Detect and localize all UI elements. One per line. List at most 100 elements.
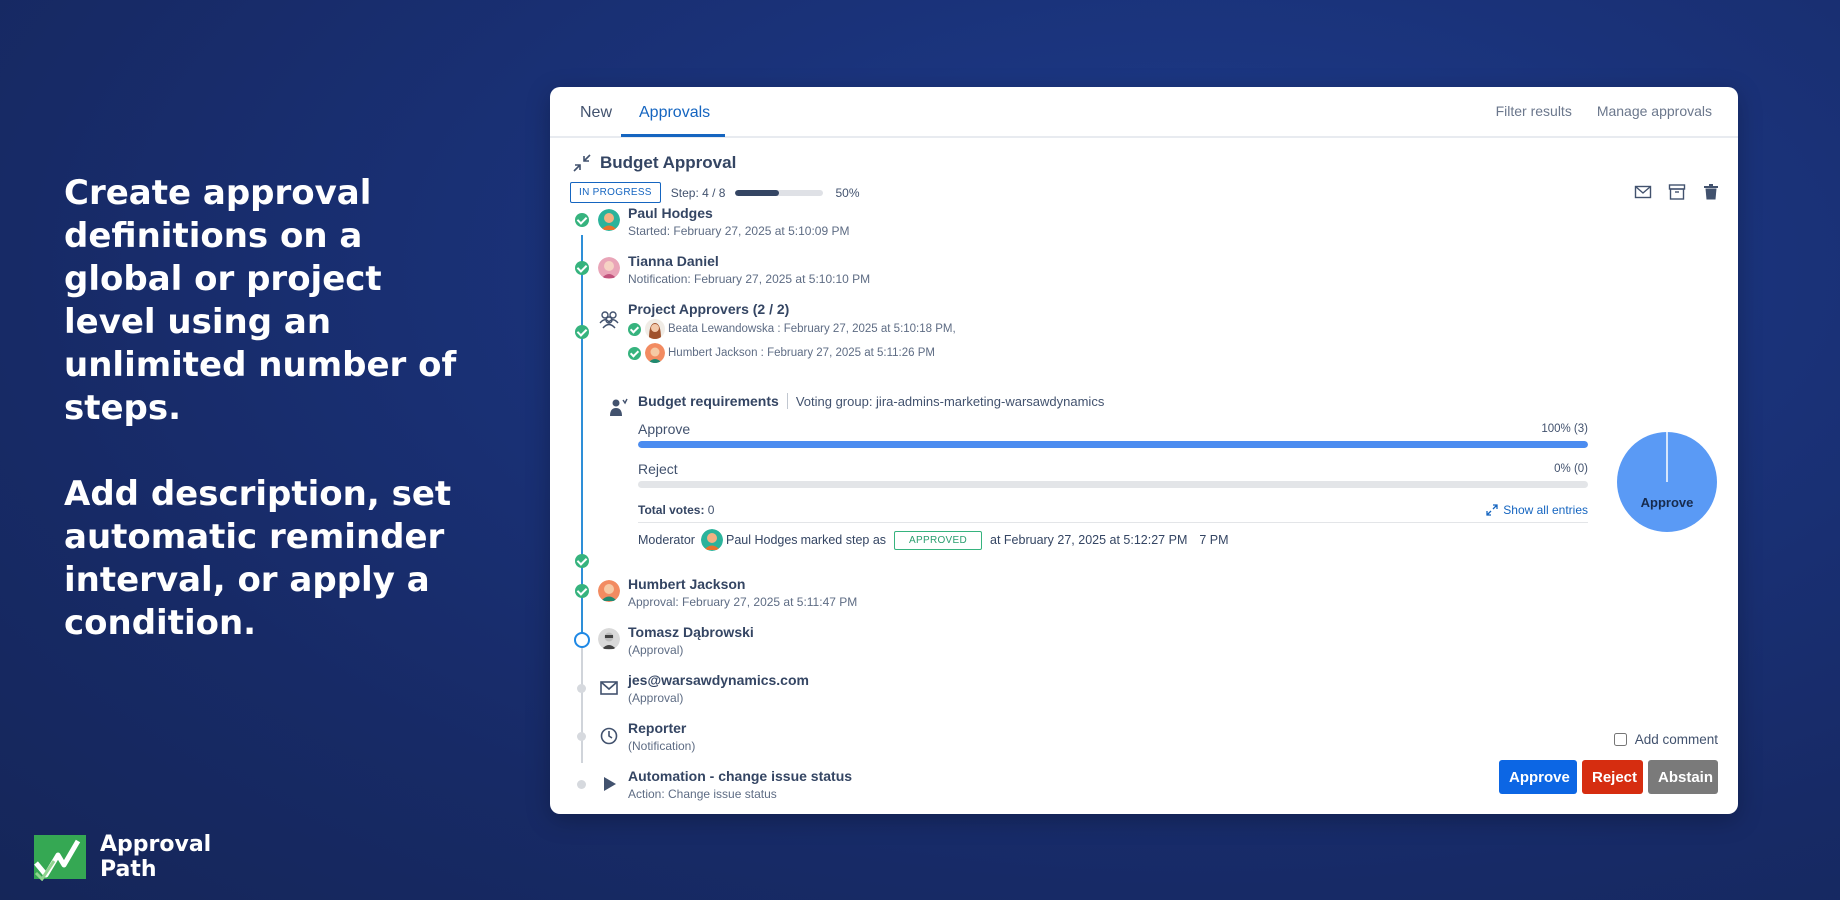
- brand-name: Approval Path: [100, 832, 212, 882]
- step-done-icon: [575, 261, 589, 275]
- vote-option-percent: 0% (0): [1554, 463, 1588, 475]
- marked-text: marked step as: [800, 533, 887, 547]
- avatar: [645, 319, 665, 339]
- voting-group: Voting group: jira-admins-marketing-wars…: [795, 393, 1105, 409]
- show-all-entries-link[interactable]: Show all entries: [1486, 503, 1588, 517]
- step-name: Tianna Daniel: [628, 253, 719, 269]
- step-done-icon: [575, 584, 589, 598]
- moderator-label: Moderator: [638, 533, 695, 547]
- member-entry: Humbert Jackson : February 27, 2025 at 5…: [668, 347, 935, 359]
- avatar: [598, 257, 620, 279]
- avatar: [700, 529, 723, 551]
- step-counter: Step: 4 / 8: [670, 185, 726, 200]
- play-icon: [604, 777, 616, 791]
- timeline-line-pending: [581, 639, 583, 763]
- reject-button[interactable]: Reject: [1582, 760, 1643, 794]
- avatar: [598, 580, 620, 602]
- avatar: [598, 628, 620, 650]
- marked-time-tail: 7 PM: [1199, 533, 1229, 547]
- progress-fill: [735, 189, 780, 196]
- step-name: Humbert Jackson: [628, 576, 746, 592]
- step-pending-icon: [577, 684, 586, 693]
- hero-paragraph-2: Add description, set automatic reminder …: [64, 474, 452, 643]
- voting-header: Budget requirements Voting group: jira-a…: [638, 393, 1588, 409]
- member-entry: Beata Lewandowska : February 27, 2025 at…: [668, 323, 956, 335]
- status-badge: IN PROGRESS: [570, 182, 661, 203]
- approval-title: Budget Approval: [600, 153, 737, 172]
- moderator-row: Moderator Paul Hodges marked step as APP…: [638, 529, 1588, 551]
- step-done-icon: [575, 325, 589, 339]
- hero-text: Create approval definitions on a global …: [64, 172, 464, 688]
- pie-label: Approve: [1641, 495, 1694, 510]
- voting-title: Budget requirements: [638, 393, 779, 409]
- step-subtitle: Action: Change issue status: [628, 787, 777, 801]
- add-comment-checkbox[interactable]: [1613, 733, 1627, 746]
- tab-approvals[interactable]: Approvals: [639, 104, 710, 122]
- step-pending-icon: [577, 780, 586, 789]
- vote-pie-chart: Approve: [1617, 432, 1717, 532]
- marked-time: at February 27, 2025 at 5:12:27 PM: [990, 533, 1188, 547]
- step-name: Project Approvers (2 / 2): [628, 301, 790, 317]
- group-member: Beata Lewandowska : February 27, 2025 at…: [628, 319, 956, 339]
- archive-icon[interactable]: [1668, 183, 1686, 201]
- step-name: Reporter: [628, 720, 687, 736]
- add-comment-row: Add comment: [1613, 732, 1718, 747]
- approval-header: Budget Approval: [572, 153, 736, 173]
- decision-buttons: Approve Reject Abstain: [1499, 760, 1718, 794]
- add-comment-label: Add comment: [1634, 732, 1718, 747]
- brand-logo: Approval Path: [32, 832, 211, 882]
- collapse-icon[interactable]: [572, 153, 592, 173]
- step-name: Paul Hodges: [628, 205, 713, 221]
- progress-percent: 50%: [835, 185, 860, 200]
- vote-option-percent: 100% (3): [1541, 423, 1588, 435]
- moderator-name: Paul Hodges: [725, 533, 798, 547]
- mail-icon[interactable]: [1634, 183, 1652, 201]
- approval-panel: New Approvals Filter results Manage appr…: [550, 87, 1738, 814]
- member-approved-icon: [628, 322, 641, 336]
- step-done-icon: [575, 213, 589, 227]
- total-votes-label: Total votes:: [638, 503, 705, 517]
- trash-icon[interactable]: [1702, 183, 1720, 201]
- step-name: jes@warsawdynamics.com: [628, 672, 809, 688]
- approve-button[interactable]: Approve: [1499, 760, 1577, 794]
- step-subtitle: (Notification): [628, 739, 696, 753]
- status-row: IN PROGRESS Step: 4 / 8 50%: [570, 182, 860, 203]
- step-subtitle: Started: February 27, 2025 at 5:10:09 PM: [628, 224, 850, 238]
- total-votes-value: 0: [707, 503, 715, 517]
- vote-bar: [638, 481, 1588, 488]
- voting-block: Budget requirements Voting group: jira-a…: [638, 393, 1588, 551]
- mail-icon: [600, 681, 618, 695]
- group-member: Humbert Jackson : February 27, 2025 at 5…: [628, 343, 935, 363]
- vote-bar: [638, 441, 1588, 448]
- vote-group-icon: [610, 398, 628, 416]
- step-done-icon: [575, 554, 589, 568]
- active-tab-indicator: [621, 134, 725, 137]
- avatar: [645, 343, 665, 363]
- step-pending-icon: [577, 732, 586, 741]
- tab-new[interactable]: New: [580, 104, 612, 122]
- step-subtitle: Notification: February 27, 2025 at 5:10:…: [628, 272, 871, 286]
- step-subtitle: Approval: February 27, 2025 at 5:11:47 P…: [628, 595, 858, 609]
- filter-results-link[interactable]: Filter results: [1496, 103, 1572, 119]
- step-name: Tomasz Dąbrowski: [628, 624, 754, 640]
- vote-option-label: Approve: [638, 421, 691, 437]
- hero-paragraph-1: Create approval definitions on a global …: [64, 173, 457, 428]
- vote-option-approve: Approve 100% (3): [638, 421, 1588, 449]
- tab-actions: Filter results Manage approvals: [1496, 103, 1712, 119]
- member-approved-icon: [628, 346, 641, 360]
- vote-option-label: Reject: [638, 461, 678, 477]
- expand-icon: [1486, 504, 1498, 516]
- progress-bar: [735, 189, 824, 196]
- vote-bar-fill: [638, 441, 1588, 448]
- step-subtitle: (Approval): [628, 691, 684, 705]
- divider: [786, 393, 788, 409]
- step-current-icon: [574, 632, 590, 648]
- step-subtitle: (Approval): [628, 643, 684, 657]
- total-votes-row: Total votes: 0 Show all entries: [638, 503, 1588, 523]
- group-icon: [599, 311, 619, 329]
- manage-approvals-link[interactable]: Manage approvals: [1597, 103, 1712, 119]
- abstain-button[interactable]: Abstain: [1648, 760, 1718, 794]
- tab-bar: New Approvals Filter results Manage appr…: [550, 87, 1738, 138]
- vote-option-reject: Reject 0% (0): [638, 461, 1588, 489]
- clock-icon: [600, 727, 618, 745]
